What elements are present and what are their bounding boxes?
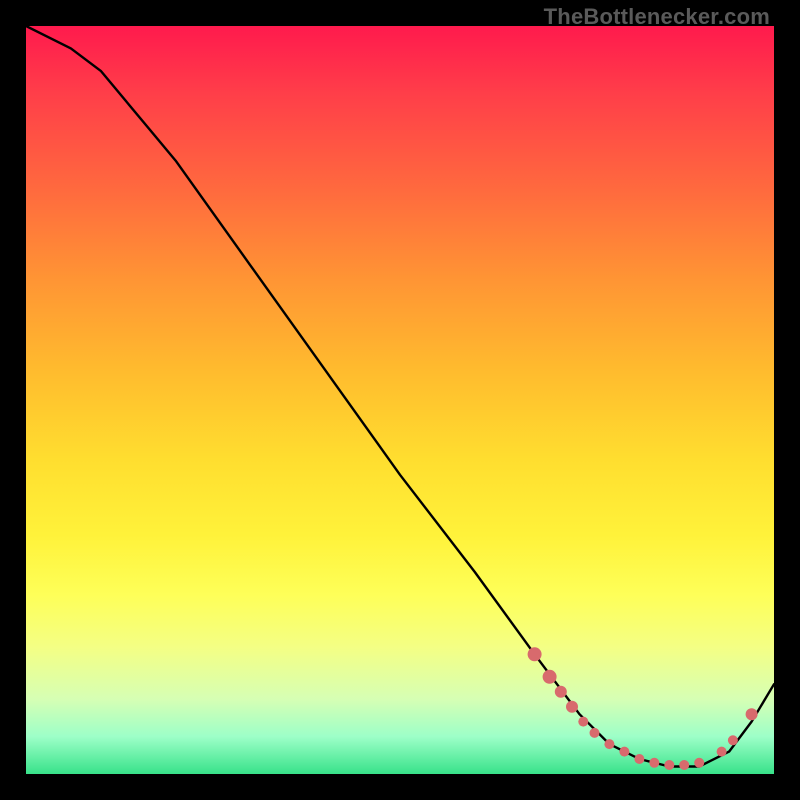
chart-plot-area xyxy=(26,26,774,774)
data-marker xyxy=(717,747,727,757)
data-marker xyxy=(634,754,644,764)
data-marker xyxy=(543,670,557,684)
data-marker xyxy=(528,647,542,661)
data-marker xyxy=(664,760,674,770)
data-marker xyxy=(649,758,659,768)
data-marker xyxy=(694,758,704,768)
data-marker xyxy=(619,747,629,757)
chart-overlay-svg xyxy=(26,26,774,774)
data-marker xyxy=(555,686,567,698)
bottleneck-curve xyxy=(26,26,774,767)
data-marker xyxy=(604,739,614,749)
watermark-text: TheBottlenecker.com xyxy=(544,4,770,30)
data-marker xyxy=(578,717,588,727)
data-marker xyxy=(590,728,600,738)
marker-group xyxy=(528,647,758,770)
data-marker xyxy=(679,760,689,770)
data-marker xyxy=(746,708,758,720)
chart-frame: TheBottlenecker.com xyxy=(0,0,800,800)
data-marker xyxy=(566,701,578,713)
data-marker xyxy=(728,735,738,745)
